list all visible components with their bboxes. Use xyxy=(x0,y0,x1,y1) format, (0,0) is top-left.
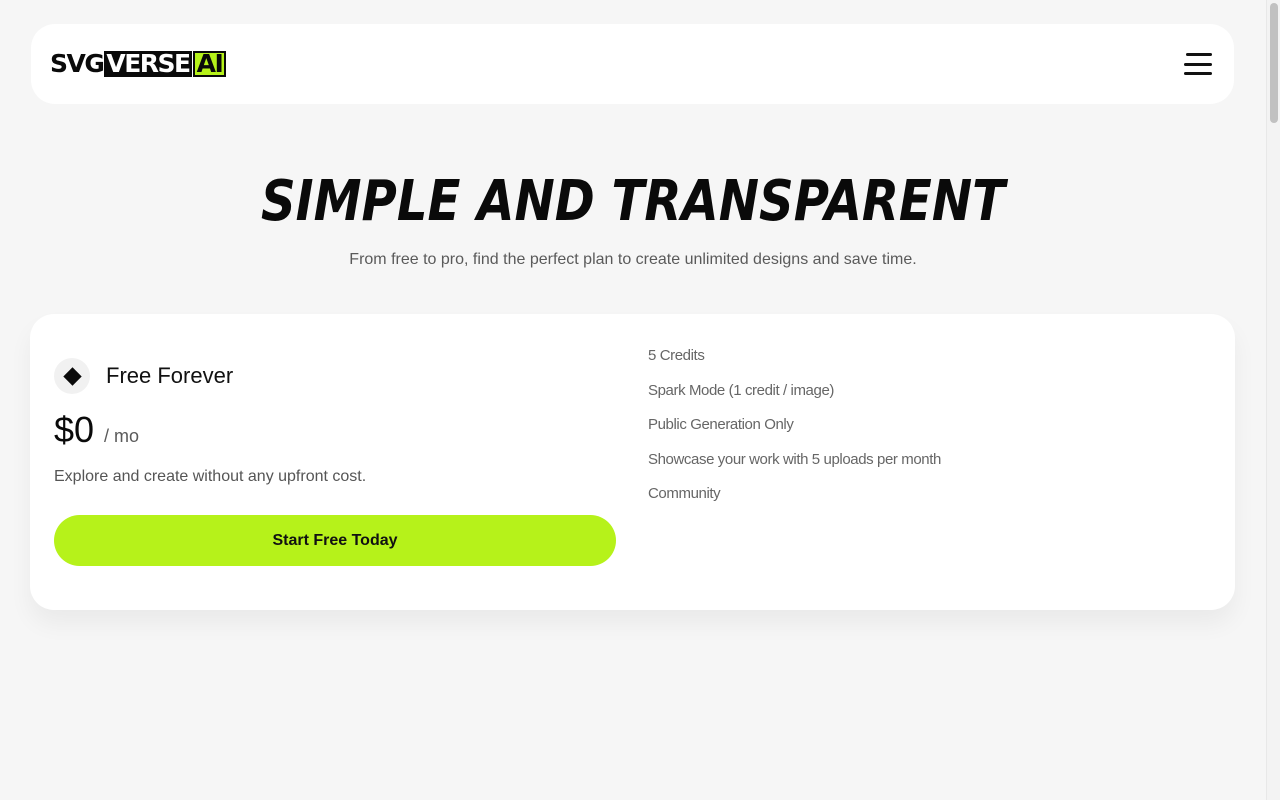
feature-item: Community xyxy=(648,485,721,502)
start-free-button[interactable]: Start Free Today xyxy=(54,515,616,566)
logo[interactable]: SVG VERSE AI xyxy=(50,49,227,78)
plan-price-row: $0 / mo xyxy=(54,410,139,450)
feature-item: Public Generation Only xyxy=(648,416,794,433)
logo-text-ai: AI xyxy=(192,51,227,77)
pricing-card-free: Free Forever $0 / mo Explore and create … xyxy=(30,314,1235,610)
plan-header: Free Forever xyxy=(54,358,233,394)
plan-period: / mo xyxy=(104,426,140,446)
scrollbar-thumb[interactable] xyxy=(1270,3,1278,123)
page: SVG VERSE AI SIMPLE AND TRANSPARENT From… xyxy=(0,0,1266,800)
site-header: SVG VERSE AI xyxy=(31,24,1234,104)
menu-line xyxy=(1184,72,1212,75)
feature-list: 5 Credits Spark Mode (1 credit / image) … xyxy=(648,346,941,519)
feature-item: 5 Credits xyxy=(648,347,705,364)
plan-description: Explore and create without any upfront c… xyxy=(54,468,367,485)
diamond-icon xyxy=(54,358,90,394)
menu-line xyxy=(1184,62,1212,66)
plan-price: $0 xyxy=(54,409,95,450)
logo-text-svg: SVG xyxy=(50,49,105,78)
feature-item: Showcase your work with 5 uploads per mo… xyxy=(648,450,941,468)
menu-line xyxy=(1186,53,1212,56)
hamburger-menu-icon[interactable] xyxy=(1182,53,1212,75)
page-scrollbar[interactable] xyxy=(1266,0,1280,800)
feature-item: Spark Mode (1 credit / image) xyxy=(648,381,834,399)
page-subtitle: From free to pro, find the perfect plan … xyxy=(349,251,917,268)
page-title: SIMPLE AND TRANSPARENT xyxy=(260,169,1005,234)
logo-text-verse: VERSE xyxy=(104,49,192,78)
plan-name: Free Forever xyxy=(106,363,234,388)
